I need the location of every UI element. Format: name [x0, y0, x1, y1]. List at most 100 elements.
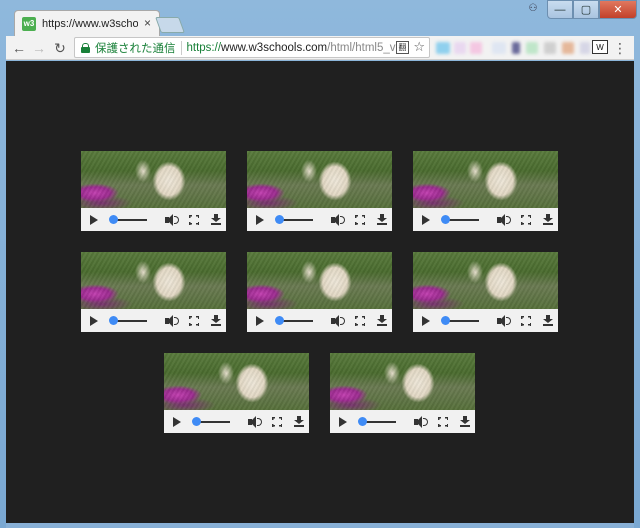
seek-slider[interactable] [109, 315, 147, 325]
play-icon[interactable] [90, 315, 98, 326]
download-icon[interactable] [543, 214, 553, 225]
download-icon[interactable] [543, 315, 553, 326]
url-scheme: https:// [186, 41, 222, 54]
play-icon[interactable] [339, 416, 347, 427]
video-frame[interactable] [81, 151, 226, 208]
seek-knob[interactable] [358, 416, 367, 426]
url-path: /html/html5_v [327, 41, 396, 54]
translate-icon[interactable]: 翻 [396, 41, 409, 54]
maximize-button[interactable]: ▢ [573, 0, 599, 19]
fullscreen-icon[interactable] [355, 315, 365, 326]
video-frame[interactable] [164, 353, 309, 410]
volume-wave [174, 316, 179, 325]
extension-icon[interactable] [470, 42, 482, 54]
fullscreen-icon[interactable] [521, 315, 531, 326]
url-text[interactable]: https://www.w3schools.com/html/html5_v [187, 42, 407, 54]
volume-icon[interactable] [248, 415, 262, 428]
video-frame[interactable] [81, 252, 226, 309]
menu-icon[interactable]: ⋮ [613, 39, 627, 57]
volume-icon[interactable] [165, 314, 179, 327]
video-player-8[interactable] [330, 353, 475, 433]
fullscreen-icon[interactable] [272, 416, 282, 427]
volume-icon[interactable] [165, 213, 179, 226]
url-host: www.w3schools.com [221, 41, 328, 54]
video-player-2[interactable] [247, 151, 392, 231]
seek-slider[interactable] [275, 315, 313, 325]
play-icon[interactable] [422, 214, 430, 225]
secure-connection-label: 保護された通信 [95, 42, 176, 55]
video-player-3[interactable] [413, 151, 558, 231]
video-frame[interactable] [330, 353, 475, 410]
browser-tab[interactable]: w3 https://www.w3schoo × [14, 10, 160, 36]
extension-icon[interactable] [580, 42, 590, 54]
tab-close-icon[interactable]: × [144, 16, 151, 30]
bookmark-star-icon[interactable]: ☆ [413, 39, 425, 55]
seek-knob[interactable] [109, 315, 118, 325]
forward-arrow-icon[interactable]: → [30, 39, 48, 57]
seek-slider[interactable] [358, 416, 396, 426]
fullscreen-icon[interactable] [521, 214, 531, 225]
volume-icon[interactable] [331, 213, 345, 226]
volume-icon[interactable] [331, 314, 345, 327]
seek-knob[interactable] [275, 214, 284, 224]
seek-knob[interactable] [109, 214, 118, 224]
download-icon[interactable] [377, 214, 387, 225]
extension-icon[interactable] [492, 42, 506, 54]
extension-icon[interactable] [562, 42, 574, 54]
volume-icon[interactable] [497, 314, 511, 327]
fullscreen-icon[interactable] [438, 416, 448, 427]
volume-icon[interactable] [414, 415, 428, 428]
reload-icon[interactable]: ↻ [51, 39, 69, 57]
video-player-1[interactable] [81, 151, 226, 231]
video-frame[interactable] [247, 252, 392, 309]
download-icon[interactable] [294, 416, 304, 427]
fullscreen-icon[interactable] [189, 315, 199, 326]
close-window-button[interactable]: ✕ [599, 0, 637, 19]
volume-wave [174, 215, 179, 224]
download-icon[interactable] [211, 214, 221, 225]
seek-slider[interactable] [192, 416, 230, 426]
address-bar[interactable]: 保護された通信 https://www.w3schools.com/html/h… [74, 37, 430, 58]
play-icon[interactable] [256, 315, 264, 326]
download-icon[interactable] [377, 315, 387, 326]
video-frame[interactable] [413, 151, 558, 208]
play-icon[interactable] [173, 416, 181, 427]
video-frame[interactable] [413, 252, 558, 309]
extension-icon[interactable] [436, 42, 450, 54]
fullscreen-icon[interactable] [189, 214, 199, 225]
tab-title: https://www.w3schoo [42, 17, 138, 30]
minimize-button[interactable]: — [547, 0, 573, 19]
volume-wave [506, 215, 511, 224]
video-player-4[interactable] [81, 252, 226, 332]
download-icon[interactable] [460, 416, 470, 427]
seek-knob[interactable] [192, 416, 201, 426]
extension-icon[interactable] [454, 42, 466, 54]
download-bar [543, 223, 553, 225]
download-bar [294, 425, 304, 427]
extension-icon[interactable] [544, 42, 556, 54]
extension-icon[interactable] [526, 42, 538, 54]
seek-slider[interactable] [441, 214, 479, 224]
extension-icon[interactable] [512, 42, 520, 54]
volume-icon[interactable] [497, 213, 511, 226]
video-controls [81, 208, 226, 231]
play-icon[interactable] [90, 214, 98, 225]
play-icon[interactable] [256, 214, 264, 225]
play-icon[interactable] [422, 315, 430, 326]
volume-wave [340, 316, 345, 325]
seek-slider[interactable] [109, 214, 147, 224]
download-icon[interactable] [211, 315, 221, 326]
seek-knob[interactable] [275, 315, 284, 325]
seek-knob[interactable] [441, 315, 450, 325]
back-arrow-icon[interactable]: ← [10, 39, 28, 57]
user-profile-icon[interactable]: ⚇ [523, 0, 543, 16]
extension-w-icon[interactable]: W [592, 40, 608, 54]
seek-slider[interactable] [441, 315, 479, 325]
seek-slider[interactable] [275, 214, 313, 224]
video-player-5[interactable] [247, 252, 392, 332]
video-frame[interactable] [247, 151, 392, 208]
fullscreen-icon[interactable] [355, 214, 365, 225]
video-player-6[interactable] [413, 252, 558, 332]
video-player-7[interactable] [164, 353, 309, 433]
seek-knob[interactable] [441, 214, 450, 224]
